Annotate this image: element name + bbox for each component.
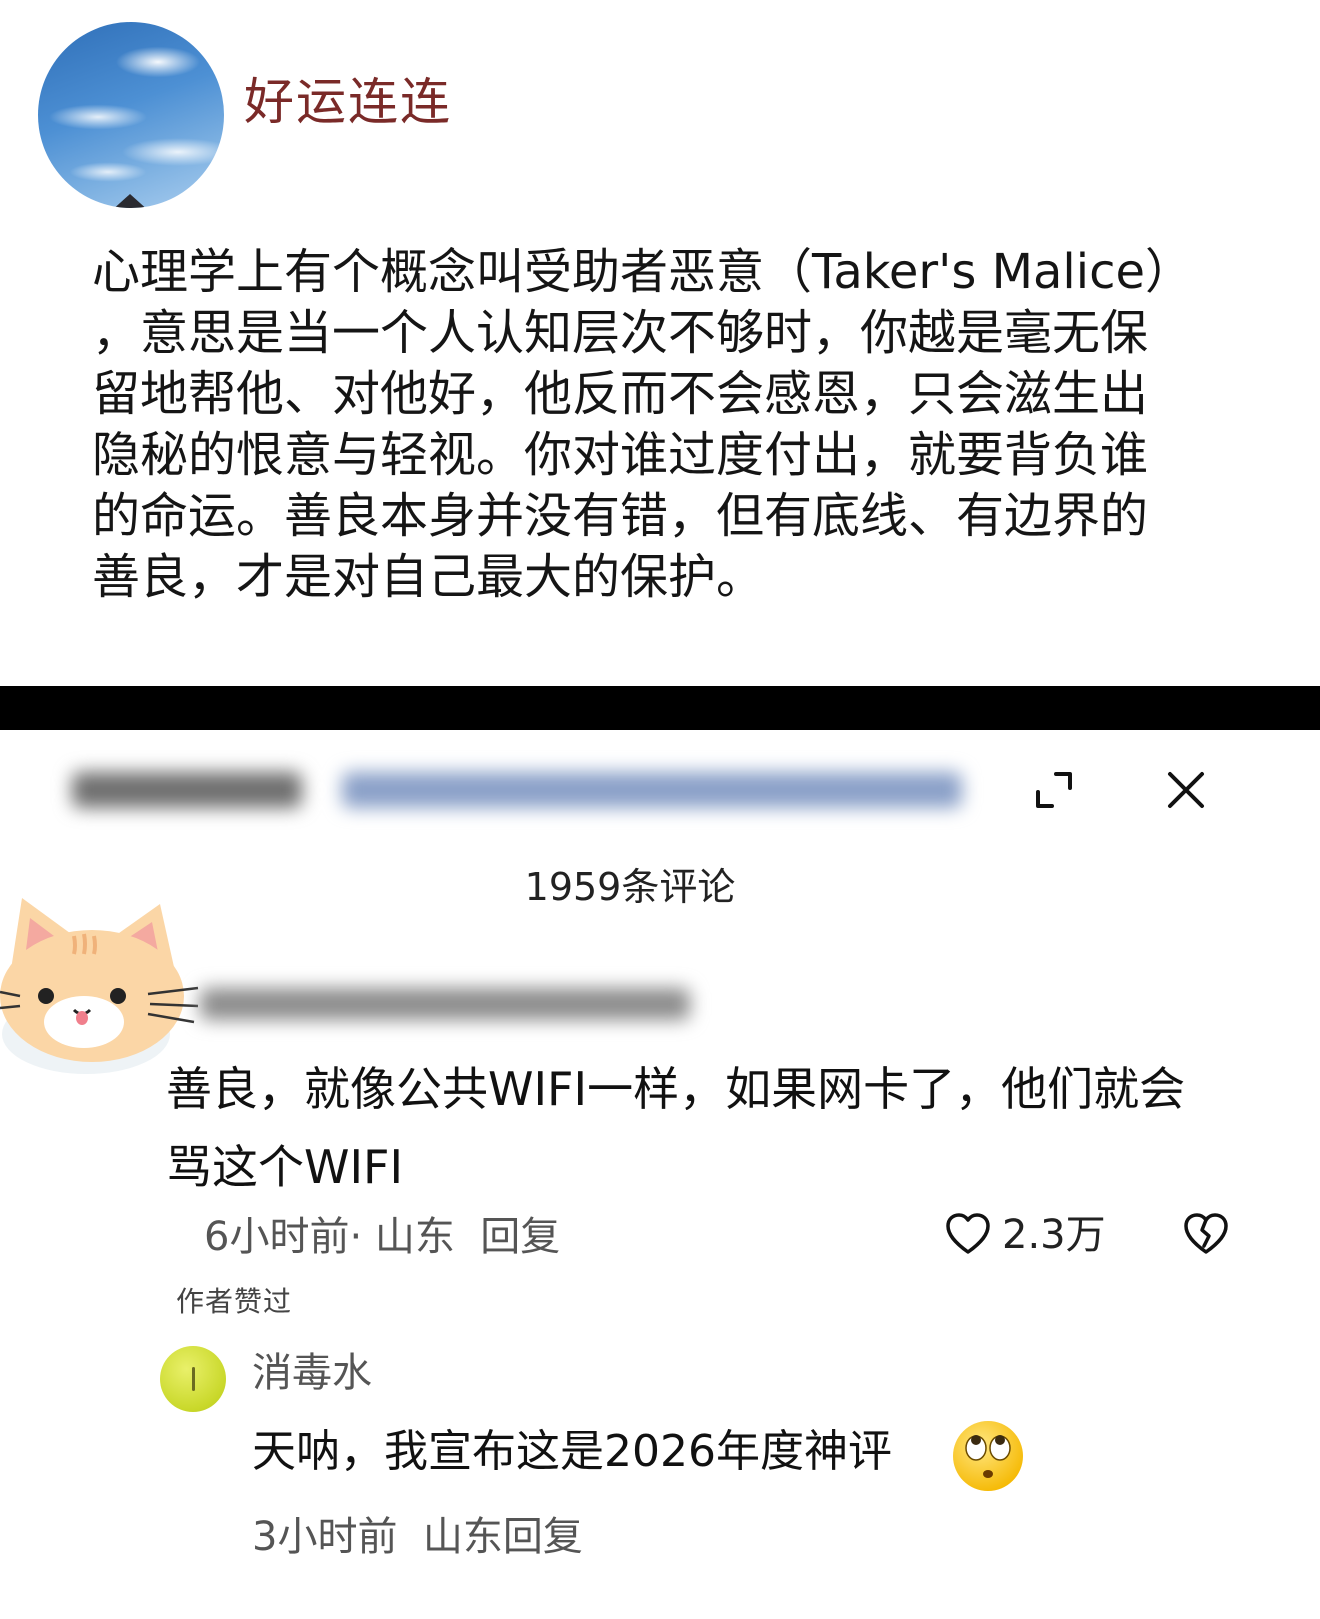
reply-meta[interactable]: 3小时前 山东回复 — [252, 1512, 583, 1562]
comment-text: 善良，就像公共WIFI一样，如果网卡了，他们就会 骂这个WIFI — [166, 1062, 1186, 1194]
mountain-peak-decoration — [110, 194, 150, 208]
reply-avatar[interactable] — [160, 1346, 226, 1412]
close-icon[interactable] — [1164, 768, 1208, 812]
reply-username[interactable]: 消毒水 — [252, 1348, 372, 1398]
post-body-text: 心理学上有个概念叫受助者恶意（Taker's Malice） ，意思是当一个人认… — [92, 244, 1194, 605]
post-author-name[interactable]: 好运连连 — [244, 70, 452, 134]
comment-meta[interactable]: 6小时前· 山东 回复 — [204, 1212, 560, 1262]
like-count: 2.3万 — [1002, 1212, 1106, 1258]
reply-text: 天呐，我宣布这是2026年度神评 — [252, 1426, 892, 1477]
blurred-video-title — [62, 762, 982, 818]
blurred-commenter-name — [190, 982, 700, 1026]
broken-heart-icon[interactable] — [1182, 1210, 1230, 1258]
expand-icon[interactable] — [1034, 770, 1074, 810]
section-divider — [0, 686, 1320, 730]
eye-roll-emoji — [950, 1418, 1026, 1494]
post-author-avatar[interactable] — [38, 22, 224, 208]
author-liked-badge: 作者赞过 — [176, 1285, 293, 1318]
heart-icon[interactable] — [944, 1210, 992, 1258]
